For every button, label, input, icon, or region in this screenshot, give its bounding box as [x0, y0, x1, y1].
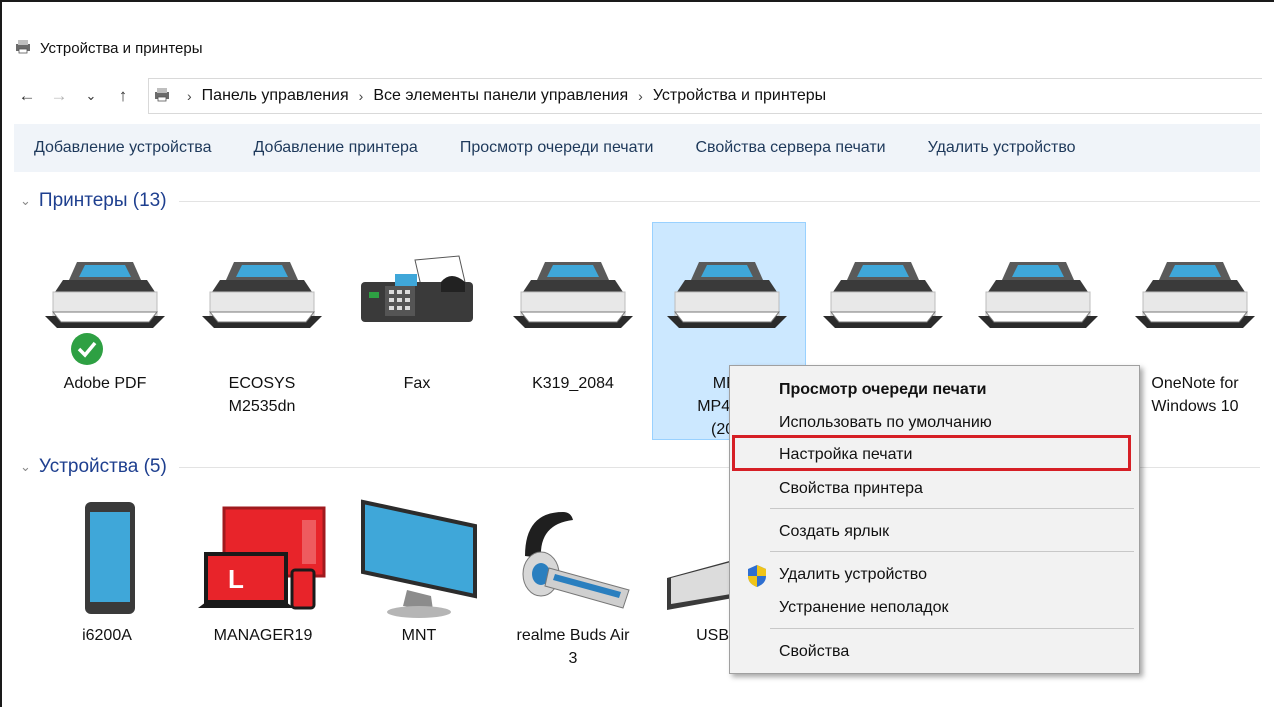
printer-icon — [667, 262, 787, 328]
printer-icon — [45, 262, 165, 328]
printer-name: OneNote for — [1151, 375, 1239, 392]
command-bar: Добавление устройства Добавление принтер… — [14, 124, 1260, 172]
window-title: Устройства и принтеры — [40, 39, 203, 57]
address-box[interactable]: › Панель управления › Все элементы панел… — [148, 78, 1262, 114]
printer-icon — [202, 262, 322, 328]
default-printer-check-icon — [71, 333, 103, 365]
printer-icon — [1135, 262, 1255, 328]
computer-icon: L — [198, 506, 326, 610]
device-name-line2: 3 — [568, 650, 578, 667]
printer-name-line2: M2535dn — [228, 398, 296, 415]
devices-group-title[interactable]: Устройства (5) — [39, 456, 167, 478]
add-device-button[interactable]: Добавление устройства — [34, 139, 212, 157]
monitor-icon — [361, 499, 477, 618]
breadcrumb-control-panel[interactable]: Панель управления — [202, 87, 349, 105]
menu-item-see-print-queue[interactable]: Просмотр очереди печати — [779, 381, 986, 399]
forward-arrow-icon[interactable]: → — [46, 83, 72, 109]
printers-group-header[interactable]: ⌄ Принтеры (13) — [20, 188, 1260, 214]
breadcrumb-devices-printers[interactable]: Устройства и принтеры — [653, 87, 826, 105]
remove-device-button[interactable]: Удалить устройство — [928, 139, 1076, 157]
device-name: MANAGER19 — [213, 627, 313, 644]
menu-item-troubleshoot[interactable]: Устранение неполадок — [779, 599, 948, 617]
device-item[interactable]: L MANAGER19 — [198, 498, 328, 647]
breadcrumb-separator[interactable]: › — [359, 88, 364, 104]
printer-icon — [823, 262, 943, 328]
back-arrow-icon[interactable]: ← — [14, 83, 40, 109]
menu-item-properties[interactable]: Свойства — [779, 643, 849, 661]
collapse-chevron-icon[interactable]: ⌄ — [20, 193, 31, 209]
printer-name: K319_2084 — [532, 375, 614, 392]
printer-item[interactable] — [818, 252, 948, 342]
menu-item-create-shortcut[interactable]: Создать ярлык — [779, 523, 889, 541]
window-titlebar: Устройства и принтеры — [14, 36, 202, 60]
menu-separator — [770, 628, 1134, 629]
print-server-properties-button[interactable]: Свойства сервера печати — [695, 139, 885, 157]
device-item[interactable]: i6200A — [42, 498, 172, 647]
printer-icon — [978, 262, 1098, 328]
printer-item[interactable] — [973, 252, 1103, 342]
menu-separator — [770, 551, 1134, 552]
printer-item[interactable]: K319_2084 — [508, 252, 638, 395]
printer-icon — [513, 262, 633, 328]
breadcrumb-separator[interactable]: › — [638, 88, 643, 104]
breadcrumb-separator[interactable]: › — [187, 88, 192, 104]
location-icon — [153, 86, 171, 107]
menu-item-printing-preferences[interactable]: Настройка печати — [779, 446, 912, 464]
device-name: i6200A — [82, 627, 132, 644]
tablet-icon — [85, 502, 135, 614]
add-printer-button[interactable]: Добавление принтера — [254, 139, 418, 157]
collapse-chevron-icon[interactable]: ⌄ — [20, 459, 31, 475]
printer-item[interactable]: Fax — [352, 252, 482, 395]
computer-badge-letter: L — [228, 564, 244, 594]
printer-name: Adobe PDF — [63, 375, 147, 392]
headset-icon — [522, 512, 630, 609]
device-item[interactable]: realme Buds Air 3 — [508, 498, 638, 670]
printers-group-title[interactable]: Принтеры (13) — [39, 190, 167, 212]
group-divider — [178, 200, 1260, 202]
menu-item-printer-properties[interactable]: Свойства принтера — [779, 480, 923, 498]
up-arrow-icon[interactable]: ↑ — [110, 83, 136, 109]
printer-item[interactable]: ECOSYS M2535dn — [197, 252, 327, 418]
breadcrumb-all-items[interactable]: Все элементы панели управления — [373, 87, 628, 105]
printer-item[interactable]: OneNote for Windows 10 — [1130, 252, 1260, 418]
menu-separator — [770, 508, 1134, 509]
fax-icon — [361, 255, 473, 322]
device-item[interactable]: MNT — [354, 498, 484, 647]
device-name: MNT — [401, 627, 437, 644]
device-name: realme Buds Air — [516, 627, 630, 644]
uac-shield-icon — [748, 565, 766, 587]
printer-name-line2: Windows 10 — [1151, 398, 1239, 415]
menu-item-set-default[interactable]: Использовать по умолчанию — [779, 414, 992, 432]
printer-item[interactable]: Adobe PDF — [40, 252, 170, 395]
devices-printers-icon — [14, 38, 32, 58]
see-print-queue-button[interactable]: Просмотр очереди печати — [460, 139, 654, 157]
printer-name: Fax — [403, 375, 431, 392]
menu-item-remove-device[interactable]: Удалить устройство — [779, 566, 927, 584]
context-menu: Просмотр очереди печати Использовать по … — [729, 365, 1140, 674]
recent-locations-chevron-icon[interactable]: ⌄ — [78, 83, 104, 109]
address-bar: ← → ⌄ ↑ › Панель управления › Все элемен… — [14, 78, 1262, 114]
printer-name: ECOSYS — [228, 375, 296, 392]
